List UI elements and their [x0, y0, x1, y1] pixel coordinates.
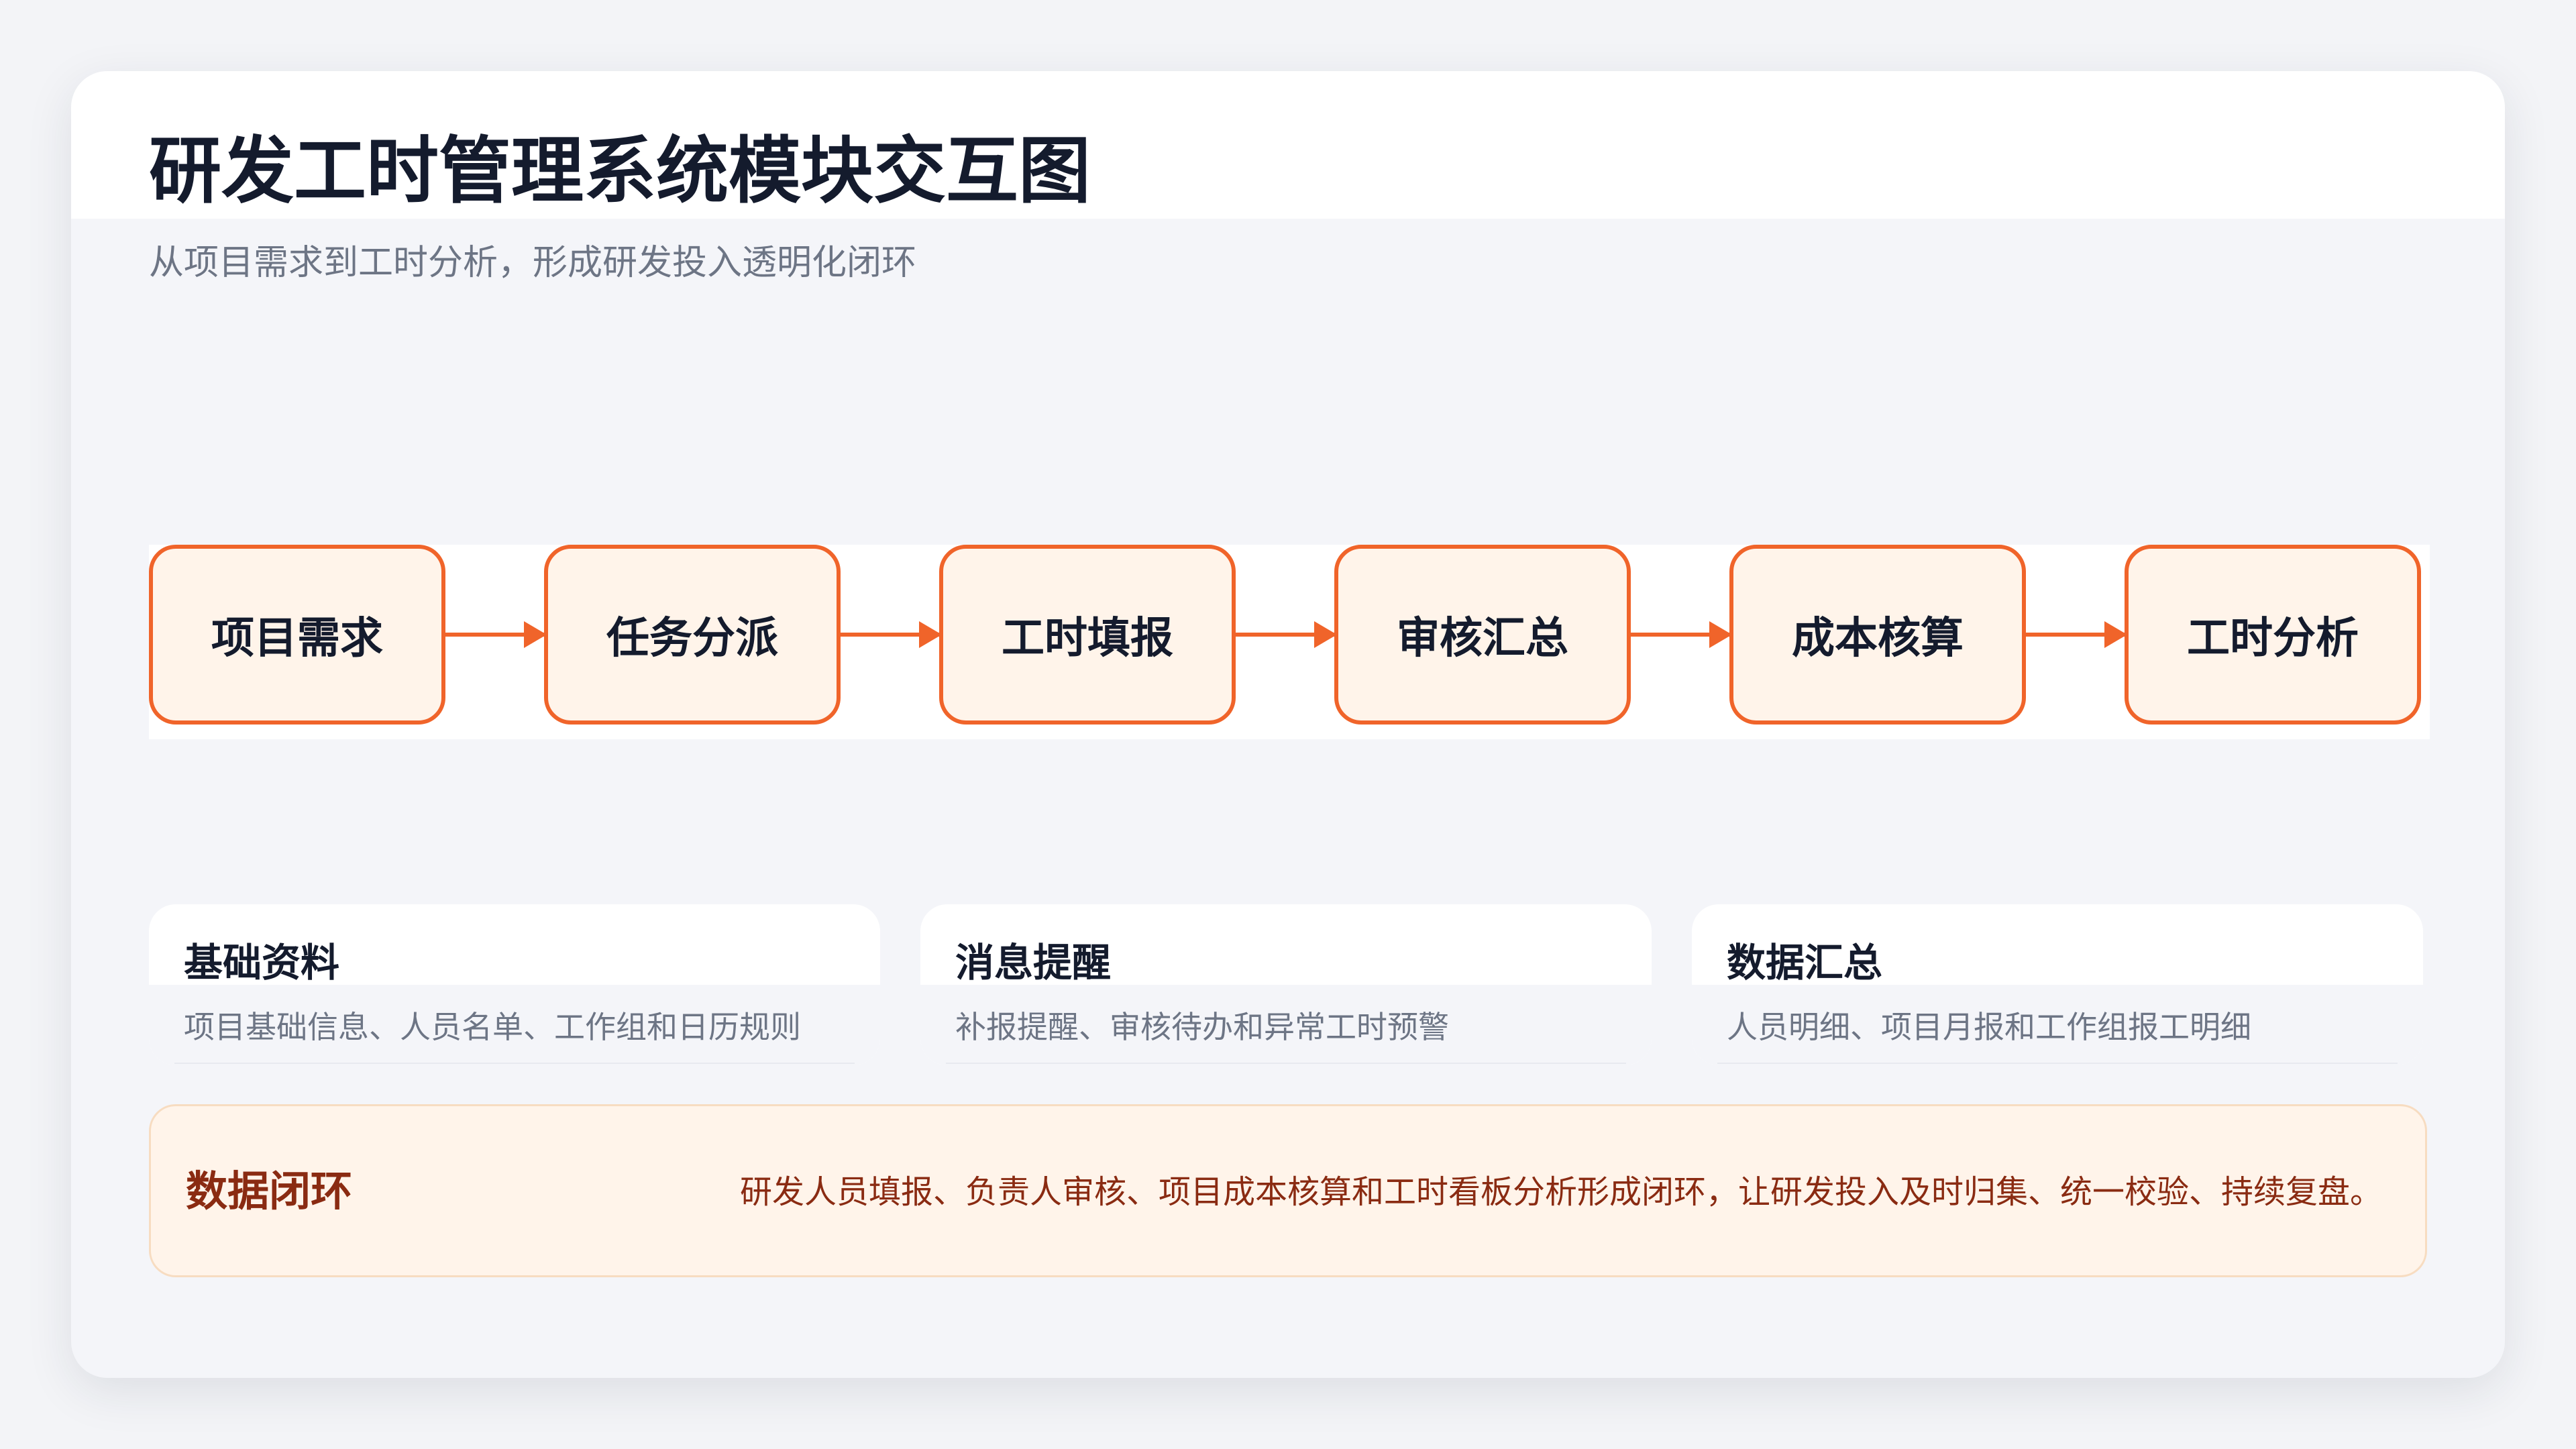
flow-node-cost-accounting: 成本核算	[1729, 545, 2026, 724]
feature-card-divider	[174, 1063, 855, 1064]
feature-card-divider	[1717, 1063, 2398, 1064]
flow-node-label: 工时填报	[1002, 614, 1173, 663]
feature-card-desc: 人员明细、项目月报和工作组报工明细	[1727, 1009, 2251, 1045]
feature-card-title: 基础资料	[184, 940, 340, 985]
feature-card-desc: 补报提醒、审核待办和异常工时预警	[955, 1009, 1449, 1045]
feature-card-basic-data: 基础资料 项目基础信息、人员名单、工作组和日历规则	[149, 904, 880, 1065]
diagram-card: 研发工时管理系统模块交互图 从项目需求到工时分析，形成研发投入透明化闭环 项目需…	[71, 71, 2505, 1378]
feature-card-desc: 项目基础信息、人员名单、工作组和日历规则	[184, 1009, 801, 1045]
flow-arrow-5	[2026, 621, 2127, 648]
feature-card-title: 数据汇总	[1727, 940, 1883, 985]
data-loop-desc: 研发人员填报、负责人审核、项目成本核算和工时看板分析形成闭环，让研发投入及时归集…	[739, 1173, 2382, 1211]
flow-node-project-requirements: 项目需求	[149, 545, 445, 724]
feature-card-divider	[946, 1063, 1626, 1064]
page-subtitle: 从项目需求到工时分析，形成研发投入透明化闭环	[149, 243, 917, 283]
data-loop-panel: 数据闭环 研发人员填报、负责人审核、项目成本核算和工时看板分析形成闭环，让研发投…	[149, 1104, 2427, 1277]
page-title: 研发工时管理系统模块交互图	[149, 129, 1091, 213]
flow-node-timesheet-entry: 工时填报	[939, 545, 1236, 724]
flow-node-label: 成本核算	[1792, 614, 1964, 663]
flow-node-label: 任务分派	[606, 614, 778, 663]
feature-card-notifications: 消息提醒 补报提醒、审核待办和异常工时预警	[920, 904, 1652, 1065]
flow-arrow-2	[841, 621, 942, 648]
flow-arrow-4	[1631, 621, 1732, 648]
process-flow: 项目需求 任务分派 工时填报 审核汇总 成本核算 工时分析	[149, 545, 2430, 727]
flow-arrow-3	[1236, 621, 1337, 648]
feature-card-data-summary: 数据汇总 人员明细、项目月报和工作组报工明细	[1692, 904, 2423, 1065]
flow-node-label: 工时分析	[2187, 614, 2359, 663]
data-loop-title: 数据闭环	[186, 1167, 353, 1216]
flow-node-hours-analysis: 工时分析	[2125, 545, 2421, 724]
flow-node-label: 项目需求	[211, 614, 383, 663]
flow-arrow-1	[445, 621, 547, 648]
feature-card-title: 消息提醒	[955, 940, 1112, 985]
flow-node-review-summary: 审核汇总	[1334, 545, 1631, 724]
flow-node-label: 审核汇总	[1397, 614, 1568, 663]
flow-node-task-dispatch: 任务分派	[544, 545, 841, 724]
